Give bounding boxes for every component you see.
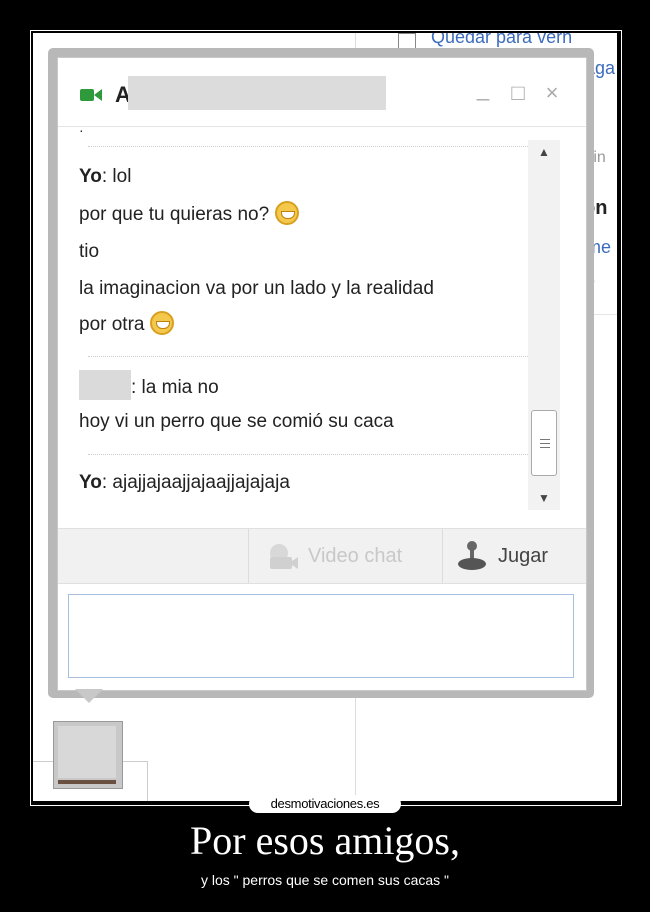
video-chat-label: Video chat [308, 544, 403, 567]
maximize-button[interactable]: □ [507, 80, 529, 106]
redacted-contact-name [128, 76, 386, 110]
task-checkbox[interactable] [398, 33, 416, 49]
site-watermark: desmotivaciones.es [249, 795, 401, 813]
message-separator [88, 454, 530, 455]
minimize-button[interactable]: _ [472, 76, 494, 102]
toolbar-divider [442, 529, 443, 583]
message-text: : ajajjajaajjajaajjajajaja [101, 472, 290, 493]
avatar-image [58, 726, 116, 778]
chat-window: A _ □ × · Yo: lol por que tu quieras no?… [57, 57, 587, 691]
chat-message: tio [79, 241, 99, 263]
chat-scrollbar[interactable]: ▲ ▼ [528, 140, 560, 510]
message-text: por que tu quieras no? [79, 204, 270, 226]
video-chat-button[interactable]: Video chat [266, 529, 402, 583]
grip-line [540, 439, 550, 440]
chat-message: la imaginacion va por un lado y la reali… [79, 278, 434, 300]
screenshot-area: Quedar para vern Aga min on me o A _ □ ×… [33, 33, 617, 801]
play-game-label: Jugar [498, 544, 549, 567]
chat-message: : la mia no [79, 370, 219, 403]
scroll-down-arrow-icon[interactable]: ▼ [528, 486, 560, 510]
chat-toolbar: Video chat Jugar [58, 528, 586, 584]
chat-log: · Yo: lol por que tu quieras no? tio la … [58, 122, 530, 518]
chat-message: hoy vi un perro que se comió su caca [79, 411, 394, 433]
message-text: : la mia no [131, 377, 219, 399]
smiley-emoticon-icon [150, 311, 175, 335]
contact-avatar[interactable] [53, 721, 123, 789]
chat-window-pointer [75, 689, 103, 703]
message-text: : lol [101, 166, 132, 187]
play-game-button[interactable]: Jugar [456, 529, 548, 583]
game-joystick-icon [458, 541, 486, 570]
video-camera-icon [80, 89, 102, 101]
close-button[interactable]: × [541, 80, 563, 106]
scrollbar-thumb[interactable] [531, 410, 557, 476]
grip-line [540, 443, 550, 444]
chat-message: Yo: ajajjajaajjajaajjajajaja [79, 472, 290, 494]
message-text: por otra [79, 314, 145, 336]
toolbar-divider [248, 529, 249, 583]
task-link[interactable]: Quedar para vern [431, 33, 572, 48]
redacted-sender-name [79, 370, 131, 400]
grip-line [540, 447, 550, 448]
poster-subline: y los " perros que se comen sus cacas " [200, 872, 450, 888]
sender-label: Yo [79, 166, 102, 187]
sender-label: Yo [79, 472, 102, 493]
message-separator [88, 146, 530, 147]
avatar-strip [58, 780, 116, 784]
video-chat-icon [270, 544, 298, 569]
smiley-emoticon-icon [275, 201, 300, 225]
message-input[interactable] [68, 594, 574, 678]
chat-message: Yo: lol [79, 166, 131, 188]
scroll-up-arrow-icon[interactable]: ▲ [528, 140, 560, 164]
chat-message: por que tu quieras no? [79, 201, 300, 227]
message-text: la imaginacion va por un lado y la reali… [79, 278, 434, 299]
chat-titlebar[interactable]: A _ □ × [58, 58, 586, 127]
previous-message-fragment: · [79, 122, 84, 138]
message-separator [88, 356, 530, 357]
message-text: hoy vi un perro que se comió su caca [79, 411, 394, 432]
chat-message: por otra [79, 311, 175, 337]
poster-headline: Por esos amigos, [190, 818, 460, 863]
message-text: tio [79, 241, 100, 262]
